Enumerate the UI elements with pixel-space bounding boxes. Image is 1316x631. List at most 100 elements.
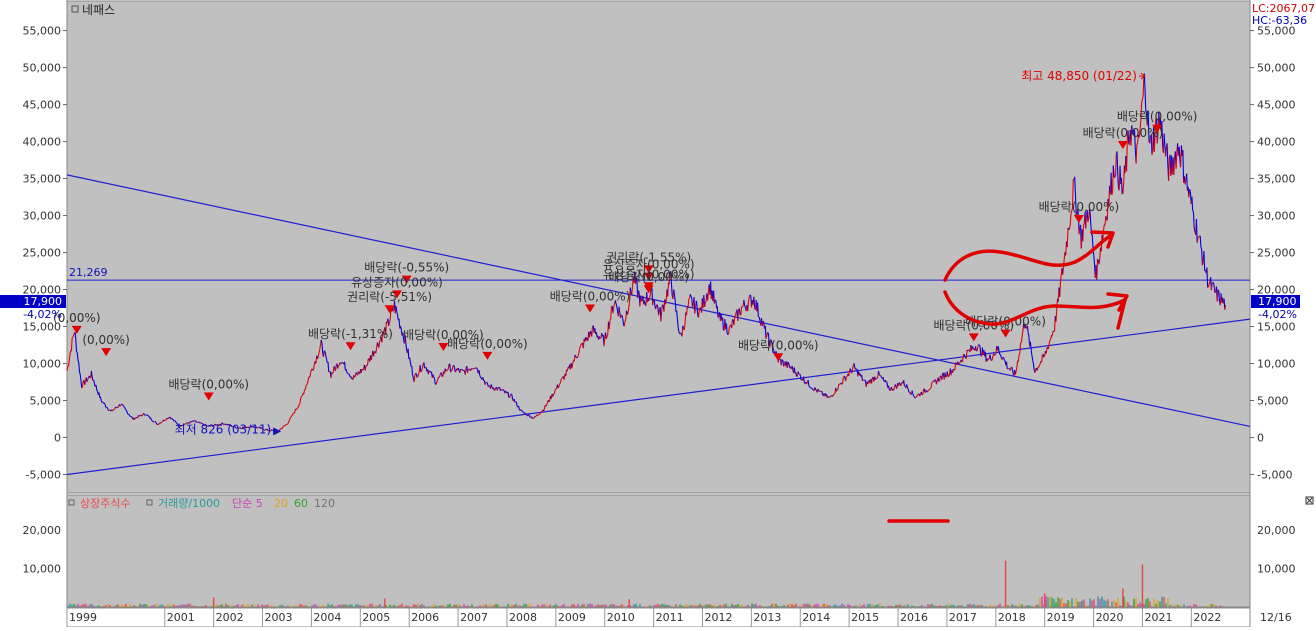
price-segment <box>959 363 960 364</box>
price-segment <box>843 378 844 383</box>
price-segment <box>1018 355 1019 362</box>
price-segment <box>714 300 715 303</box>
price-segment <box>106 407 107 408</box>
price-segment <box>539 414 540 415</box>
price-segment <box>895 384 896 386</box>
legend-ma20: 20 <box>274 497 288 510</box>
price-segment <box>125 409 126 410</box>
y-tick-label-right: 0 <box>1257 432 1264 445</box>
price-segment <box>305 386 306 390</box>
price-segment <box>881 376 882 378</box>
legend-ma60: 60 <box>294 497 308 510</box>
price-segment <box>699 308 700 310</box>
price-segment <box>94 380 95 383</box>
price-segment <box>1039 364 1040 366</box>
x-tick-label: 2020 <box>1096 611 1124 624</box>
price-segment <box>662 305 663 306</box>
price-segment <box>562 377 563 379</box>
price-segment <box>1030 342 1031 350</box>
price-segment <box>580 345 581 347</box>
price-segment <box>990 355 991 360</box>
price-segment <box>308 379 309 383</box>
price-segment <box>107 408 108 410</box>
price-segment <box>852 369 853 373</box>
price-segment <box>1208 284 1209 286</box>
price-segment <box>549 401 550 402</box>
current-price-left: 17,900 <box>24 295 63 308</box>
price-segment <box>745 306 746 307</box>
event-annotation: 배당락(0,00%) <box>1117 110 1198 124</box>
reference-line-label: 21,269 <box>69 266 108 279</box>
price-segment <box>554 390 555 394</box>
price-segment <box>301 397 302 398</box>
price-segment <box>977 348 978 352</box>
price-segment <box>89 376 90 378</box>
price-segment <box>627 313 628 315</box>
price-segment <box>156 422 157 424</box>
price-segment <box>809 385 810 387</box>
price-segment <box>955 363 956 370</box>
price-segment <box>932 382 933 383</box>
price-segment <box>80 372 81 374</box>
price-segment <box>1211 283 1212 290</box>
price-segment <box>1137 143 1138 146</box>
price-segment <box>71 338 72 351</box>
volume-tick-label-left: 20,000 <box>23 524 62 537</box>
price-segment <box>690 294 691 296</box>
price-segment <box>346 369 347 372</box>
price-segment <box>675 295 676 301</box>
legend-shares: 상장주식수 <box>80 497 131 510</box>
event-annotation: 배당락(0,00%) <box>608 270 689 284</box>
price-segment <box>87 380 88 382</box>
x-tick-label: 2001 <box>167 611 195 624</box>
legend-ma5: 단순 5 <box>232 497 263 510</box>
price-segment <box>695 307 696 313</box>
y-tick-label-right: 25,000 <box>1257 247 1296 260</box>
y-tick-label-left: 40,000 <box>23 136 62 149</box>
price-segment <box>1152 151 1153 154</box>
price-segment <box>135 418 136 419</box>
price-segment <box>487 382 488 383</box>
x-tick-label: 2012 <box>704 611 732 624</box>
price-segment <box>868 382 869 385</box>
price-segment <box>126 410 127 411</box>
price-segment <box>123 405 124 406</box>
price-segment <box>300 398 301 403</box>
price-segment <box>1033 360 1034 364</box>
price-segment <box>788 362 789 364</box>
price-segment <box>842 383 843 384</box>
price-segment <box>311 370 312 373</box>
price-segment <box>132 417 133 418</box>
price-segment <box>377 343 378 346</box>
price-segment <box>964 354 965 356</box>
price-segment <box>890 388 891 391</box>
price-segment <box>577 357 578 358</box>
price-segment <box>979 345 980 347</box>
price-segment <box>816 390 817 391</box>
price-segment <box>1143 79 1144 96</box>
price-segment <box>368 359 369 365</box>
price-segment <box>639 290 640 293</box>
y-tick-label-left: 5,000 <box>30 395 62 408</box>
price-segment <box>910 392 911 394</box>
volume-panel <box>67 495 1250 607</box>
high-annotation: 최고 48,850 (01/22) <box>1021 69 1137 83</box>
price-segment <box>581 344 582 345</box>
price-segment <box>875 379 876 380</box>
price-segment <box>519 406 520 410</box>
chart-canvas: 21,269 최고 48,850 (01/22)최저 826 (03/11)배당… <box>0 0 1316 627</box>
current-price-right: 17,900 <box>1258 295 1297 308</box>
price-segment <box>1209 281 1210 284</box>
price-segment <box>617 306 618 311</box>
price-segment <box>355 376 356 377</box>
price-segment <box>1213 282 1214 283</box>
price-segment <box>306 385 307 386</box>
price-segment <box>401 326 402 329</box>
price-segment <box>462 370 463 371</box>
price-segment <box>503 390 504 392</box>
price-segment <box>606 337 607 339</box>
price-segment <box>894 386 895 390</box>
price-segment <box>338 366 339 369</box>
price-segment <box>408 349 409 359</box>
price-segment <box>356 373 357 374</box>
